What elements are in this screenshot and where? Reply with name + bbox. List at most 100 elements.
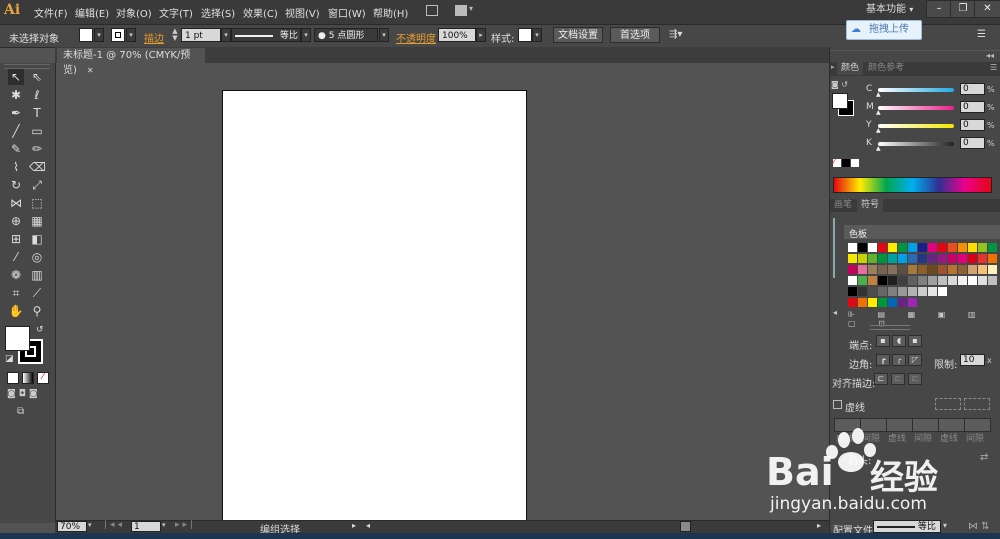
color-swatch[interactable] [958, 276, 967, 285]
bridge-icon[interactable] [426, 5, 438, 16]
eraser-tool-icon[interactable]: ⌫ [29, 159, 46, 175]
color-swatch[interactable] [968, 276, 977, 285]
limit-field[interactable]: 10 [960, 354, 985, 366]
color-swatch[interactable] [968, 243, 977, 252]
black-slider[interactable] [878, 142, 954, 146]
type-tool-icon[interactable]: T [29, 105, 45, 121]
cyan-value[interactable]: 0 [960, 83, 985, 95]
color-swatch[interactable] [928, 254, 937, 263]
color-swatch[interactable] [978, 276, 987, 285]
chevron-down-icon[interactable]: ▸ [476, 28, 486, 42]
chevron-down-icon[interactable]: ▾ [94, 28, 104, 42]
color-swatch[interactable] [978, 254, 987, 263]
graphic-style-swatch[interactable] [518, 28, 532, 42]
color-swatch[interactable] [868, 276, 877, 285]
color-swatch[interactable] [908, 254, 917, 263]
magenta-value[interactable]: 0 [960, 101, 985, 113]
round-join-icon[interactable]: ╭ [892, 354, 906, 366]
shape-builder-tool-icon[interactable]: ⊕ [8, 213, 24, 229]
panel-menu-icon[interactable]: ☰ [990, 63, 997, 72]
hand-tool-icon[interactable]: ✋ [8, 303, 24, 319]
menu-object[interactable]: 对象(O) [116, 5, 152, 20]
color-swatch[interactable] [908, 287, 917, 296]
arrange-documents-icon[interactable] [455, 5, 467, 16]
color-swatch[interactable] [858, 287, 867, 296]
none-color-icon[interactable]: ⁄ [833, 159, 841, 167]
chevron-down-icon[interactable]: ▾ [221, 28, 231, 42]
slider-thumb-icon[interactable]: ▲ [876, 91, 881, 98]
color-swatch[interactable] [908, 298, 917, 307]
color-swatch[interactable] [978, 243, 987, 252]
opacity-field[interactable]: 100% [438, 28, 476, 42]
pencil-tool-icon[interactable]: ✏ [29, 141, 45, 157]
upload-button[interactable]: ☁ 拖拽上传 [846, 20, 922, 40]
direct-selection-tool-icon[interactable]: ⇖ [29, 69, 45, 85]
selection-tool-icon[interactable]: ↖ [8, 69, 24, 85]
mesh-tool-icon[interactable]: ⊞ [8, 231, 24, 247]
chevron-down-icon[interactable]: ▾ [162, 521, 166, 529]
default-colors-icon[interactable]: ◙ ↺ [831, 80, 848, 89]
color-swatch[interactable] [848, 287, 857, 296]
color-swatch[interactable] [898, 243, 907, 252]
color-swatch[interactable] [938, 276, 947, 285]
color-swatch[interactable] [858, 298, 867, 307]
artboard[interactable] [222, 90, 527, 530]
color-swatch[interactable] [948, 265, 957, 274]
color-swatch[interactable] [898, 298, 907, 307]
color-swatch[interactable] [978, 265, 987, 274]
color-swatch[interactable] [898, 265, 907, 274]
stroke-weight-field[interactable]: 1 pt [181, 28, 221, 42]
swap-fill-stroke-icon[interactable]: ↺ [36, 325, 44, 335]
color-swatch[interactable] [868, 265, 877, 274]
preserve-dash-icon[interactable] [935, 398, 961, 410]
close-button[interactable]: ✕ [974, 0, 1000, 18]
scroll-right-icon[interactable]: ▸ [817, 521, 821, 530]
default-colors-icon[interactable]: ◪ [5, 354, 14, 364]
paintbrush-tool-icon[interactable]: ✎ [8, 141, 24, 157]
screen-mode-icon[interactable]: ⧉ [17, 406, 33, 418]
color-swatch[interactable] [888, 265, 897, 274]
magenta-slider[interactable] [878, 106, 954, 110]
status-menu-icon[interactable]: ▸ [352, 521, 356, 530]
color-swatch[interactable] [868, 243, 877, 252]
scale-tool-icon[interactable]: ⤢ [29, 177, 45, 193]
document-tab[interactable]: 未标题-1 @ 70% (CMYK/预览) ✕ [57, 48, 205, 76]
chevron-down-icon[interactable]: ▾ [301, 28, 311, 42]
yellow-value[interactable]: 0 [960, 119, 985, 131]
brush-definition[interactable]: ● 5 点圆形 [314, 28, 378, 42]
zoom-tool-icon[interactable]: ⚲ [29, 303, 45, 319]
color-swatch[interactable] [858, 265, 867, 274]
menu-type[interactable]: 文字(T) [159, 5, 193, 20]
restore-button[interactable]: ❐ [950, 0, 976, 18]
menu-file[interactable]: 文件(F) [34, 5, 68, 20]
preferences-button[interactable]: 首选项 [610, 27, 660, 43]
color-swatch[interactable] [908, 243, 917, 252]
color-swatch[interactable] [958, 243, 967, 252]
color-swatch[interactable] [848, 243, 857, 252]
stepper-icon[interactable]: ▲ ▼ [170, 28, 180, 42]
free-transform-tool-icon[interactable]: ⬚ [29, 195, 45, 211]
color-swatch[interactable] [958, 265, 967, 274]
color-swatch[interactable] [968, 265, 977, 274]
panel-menu-icon[interactable]: ☰ [977, 29, 986, 40]
chevron-down-icon[interactable]: ▾ [379, 28, 389, 42]
align-inside-icon[interactable]: ⊏ [891, 373, 905, 385]
color-swatch[interactable] [878, 276, 887, 285]
zoom-field[interactable]: 70% [57, 521, 87, 532]
color-swatch[interactable] [878, 287, 887, 296]
yellow-slider[interactable] [878, 124, 954, 128]
chevron-down-icon[interactable]: ▾ [532, 28, 542, 42]
color-swatch[interactable] [888, 276, 897, 285]
magic-wand-tool-icon[interactable]: ✱ [8, 87, 24, 103]
color-swatch[interactable] [948, 243, 957, 252]
slider-thumb-icon[interactable]: ▲ [876, 127, 881, 134]
color-swatch[interactable] [878, 254, 887, 263]
color-mode-icon[interactable] [7, 372, 19, 384]
color-swatch[interactable] [898, 276, 907, 285]
panel-grip[interactable]: ◂◂ [830, 50, 1000, 61]
slider-thumb-icon[interactable]: ▲ [876, 109, 881, 116]
color-swatch[interactable] [848, 298, 857, 307]
cyan-slider[interactable] [878, 88, 954, 92]
color-swatch[interactable] [918, 276, 927, 285]
scroll-left-icon[interactable]: ◂ [366, 521, 370, 530]
